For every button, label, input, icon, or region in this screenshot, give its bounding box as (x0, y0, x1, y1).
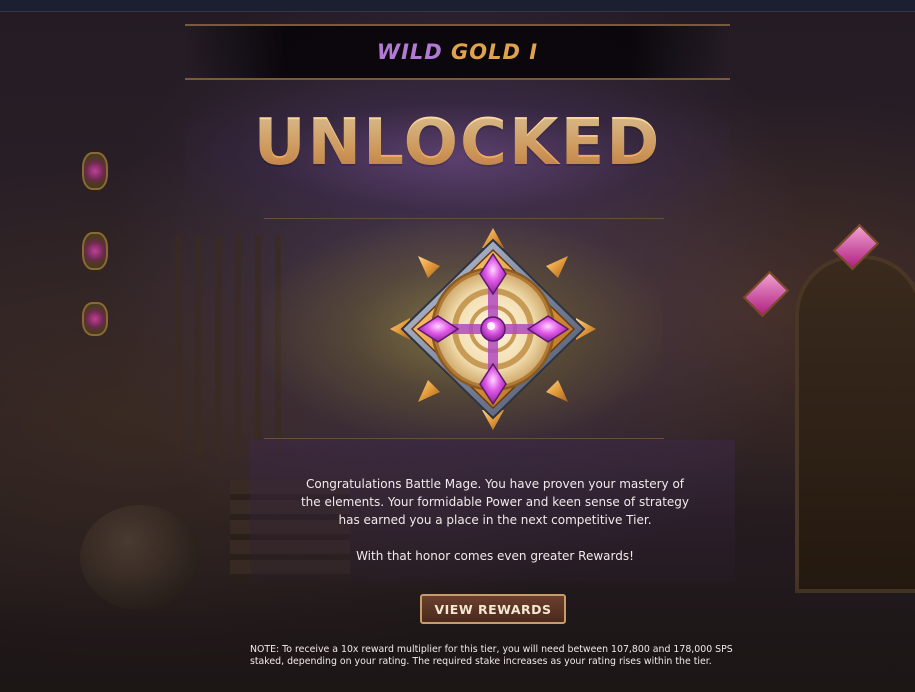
wall-gem-icon (82, 302, 108, 336)
stake-note: NOTE: To receive a 10x reward multiplier… (250, 644, 733, 667)
message-paragraph: With that honor comes even greater Rewar… (356, 549, 634, 563)
congratulations-message: Congratulations Battle Mage. You have pr… (300, 475, 690, 565)
view-rewards-button[interactable]: VIEW REWARDS (420, 594, 566, 624)
tier-banner: WILD GOLD I (185, 24, 730, 80)
message-paragraph: Congratulations Battle Mage. You have pr… (300, 477, 690, 527)
gold-tier-badge-icon (390, 228, 596, 430)
background-floor (0, 572, 915, 692)
tier-league: WILD (376, 40, 443, 64)
wall-gem-icon (82, 232, 108, 270)
tier-rank: GOLD I (451, 40, 539, 64)
tier-title: WILD GOLD I (377, 40, 538, 64)
background-door (795, 255, 915, 593)
divider (264, 438, 664, 439)
divider (264, 218, 664, 219)
top-bar (0, 0, 915, 12)
unlocked-title: UNLOCKED (0, 106, 915, 180)
